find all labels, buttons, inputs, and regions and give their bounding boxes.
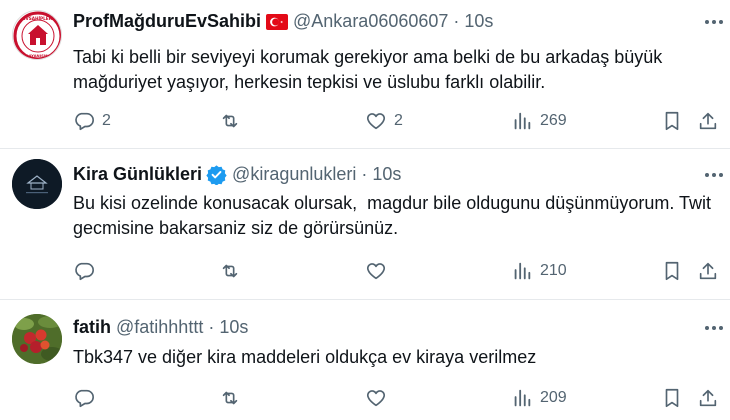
verified-badge-icon	[206, 165, 227, 185]
timestamp[interactable]: 10s	[219, 317, 248, 338]
reply-button[interactable]: 2	[73, 108, 111, 134]
tweet[interactable]: Kira Günlükleri @kiragunlukleri · 10s Bu…	[0, 149, 730, 299]
tweet-actions: 2 2 269	[73, 108, 723, 134]
retweet-button[interactable]	[219, 385, 248, 411]
reply-button[interactable]	[73, 385, 102, 411]
reply-icon	[75, 262, 94, 281]
tweet-actions: 210	[73, 258, 723, 284]
bookmark-button[interactable]	[661, 108, 683, 134]
like-count: 2	[394, 112, 403, 129]
svg-text:DAYANIŞMA: DAYANIŞMA	[25, 53, 50, 58]
user-handle[interactable]: @Ankara06060607	[293, 11, 448, 32]
reply-icon	[75, 112, 94, 131]
avatar[interactable]	[12, 314, 62, 364]
views-button[interactable]: 210	[511, 258, 567, 284]
retweet-icon	[222, 264, 238, 278]
share-button[interactable]	[697, 258, 719, 284]
evsahibi-logo-icon: EVSAHİPLERİ DAYANIŞMA	[13, 11, 61, 59]
views-count: 210	[540, 262, 567, 279]
more-options-icon[interactable]	[704, 19, 724, 25]
analytics-icon	[514, 389, 531, 407]
timestamp[interactable]: 10s	[464, 11, 493, 32]
user-handle[interactable]: @kiragunlukleri	[232, 164, 356, 185]
tweet[interactable]: fatih @fatihhhttt · 10s Tbk347 ve diğer …	[0, 300, 730, 420]
retweet-button[interactable]	[219, 108, 248, 134]
tweet-text: Tbk347 ve diğer kira maddeleri oldukça e…	[73, 347, 537, 367]
analytics-icon	[514, 262, 531, 280]
svg-text:EVSAHİPLERİ: EVSAHİPLERİ	[23, 16, 54, 21]
timestamp[interactable]: 10s	[372, 164, 401, 185]
tweet-text: Tabi ki belli bir seviyeyi korumak gerek…	[73, 47, 668, 92]
retweet-button[interactable]	[219, 258, 248, 284]
bookmark-button[interactable]	[661, 385, 683, 411]
separator-dot: ·	[361, 164, 368, 184]
reply-button[interactable]	[73, 258, 102, 284]
heart-icon	[366, 263, 386, 280]
bookmark-button[interactable]	[661, 258, 683, 284]
more-options-icon[interactable]	[704, 325, 724, 331]
share-icon	[699, 262, 717, 280]
like-button[interactable]	[365, 385, 394, 411]
display-name[interactable]: ProfMağduruEvSahibi	[73, 11, 261, 32]
bookmark-icon	[665, 261, 679, 281]
display-name[interactable]: Kira Günlükleri	[73, 164, 202, 185]
views-count: 269	[540, 112, 567, 129]
avatar[interactable]	[12, 159, 62, 209]
user-handle[interactable]: @fatihhhttt	[116, 317, 203, 338]
views-button[interactable]: 269	[511, 108, 567, 134]
share-icon	[699, 389, 717, 407]
share-button[interactable]	[697, 385, 719, 411]
heart-icon	[366, 113, 386, 130]
more-options-icon[interactable]	[704, 172, 724, 178]
turkey-flag-icon	[266, 13, 289, 30]
avatar[interactable]: EVSAHİPLERİ DAYANIŞMA	[12, 10, 62, 60]
separator-dot: ·	[208, 317, 215, 337]
share-icon	[699, 112, 717, 130]
tweet-text: Bu kisi ozelinde konusacak olursak, magd…	[73, 193, 717, 238]
bookmark-icon	[665, 111, 679, 131]
bookmark-icon	[665, 388, 679, 408]
reply-count: 2	[102, 112, 111, 129]
like-button[interactable]: 2	[365, 108, 403, 134]
tweet-actions: 209	[73, 385, 723, 411]
separator-dot: ·	[453, 11, 460, 31]
heart-icon	[366, 390, 386, 407]
retweet-icon	[222, 114, 238, 128]
analytics-icon	[514, 112, 531, 130]
display-name[interactable]: fatih	[73, 317, 111, 338]
views-count: 209	[540, 389, 567, 406]
share-button[interactable]	[697, 108, 719, 134]
like-button[interactable]	[365, 258, 394, 284]
fruit-photo-icon	[12, 314, 62, 364]
house-logo-icon	[12, 159, 62, 209]
reply-icon	[75, 389, 94, 408]
tweet[interactable]: EVSAHİPLERİ DAYANIŞMA ProfMağduruEvSahib…	[0, 0, 730, 148]
views-button[interactable]: 209	[511, 385, 567, 411]
retweet-icon	[222, 391, 238, 405]
